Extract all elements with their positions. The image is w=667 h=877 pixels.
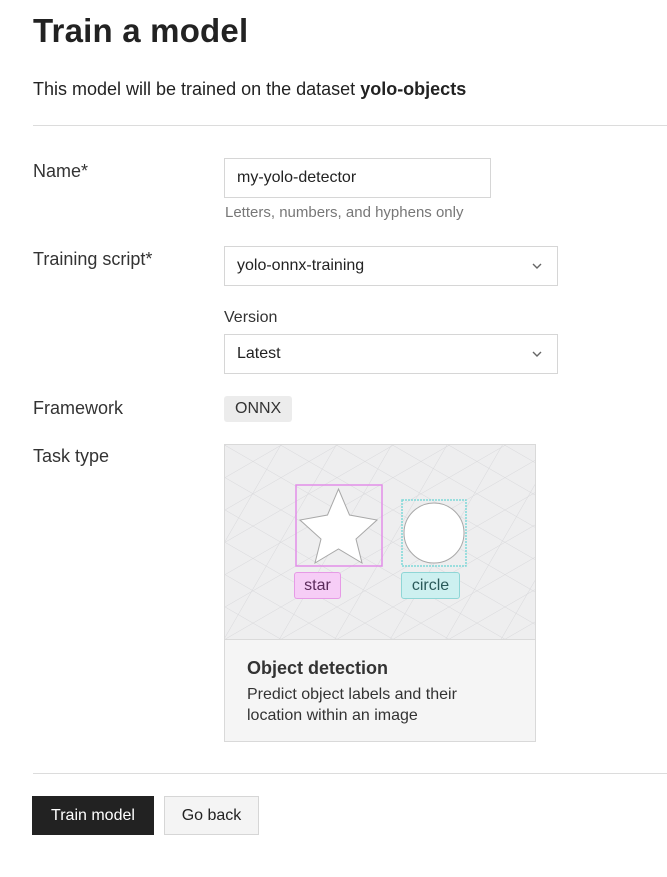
version-value: Latest bbox=[237, 345, 281, 362]
name-hint: Letters, numbers, and hyphens only bbox=[225, 204, 464, 221]
circle-icon bbox=[403, 502, 465, 564]
task-type-card-title: Object detection bbox=[247, 658, 389, 678]
training-script-label: Training script* bbox=[33, 249, 153, 269]
task-type-card-object-detection[interactable]: star circle Object detection Predict obj… bbox=[224, 444, 536, 742]
chevron-down-icon bbox=[532, 263, 542, 269]
framework-tag: ONNX bbox=[224, 396, 293, 422]
header-divider bbox=[33, 125, 667, 126]
dataset-name: yolo-objects bbox=[360, 79, 467, 99]
framework-label: Framework bbox=[33, 398, 124, 418]
training-script-select[interactable]: yolo-onnx-training bbox=[224, 246, 558, 286]
version-select[interactable]: Latest bbox=[224, 334, 558, 374]
training-script-value: yolo-onnx-training bbox=[237, 257, 365, 274]
task-type-label: Task type bbox=[33, 446, 110, 466]
name-label: Name* bbox=[33, 161, 89, 181]
train-model-button[interactable]: Train model bbox=[32, 796, 154, 835]
subtitle-text: This model will be trained on the datase… bbox=[33, 79, 361, 99]
chevron-down-icon bbox=[532, 351, 542, 357]
page-subtitle: This model will be trained on the datase… bbox=[33, 79, 466, 100]
object-detection-illustration: star circle bbox=[225, 445, 535, 640]
circle-label-chip: circle bbox=[401, 572, 460, 599]
footer-divider bbox=[33, 773, 667, 774]
page-title: Train a model bbox=[33, 12, 249, 49]
go-back-button[interactable]: Go back bbox=[164, 796, 259, 835]
illustration-graphic bbox=[225, 445, 535, 639]
name-input[interactable] bbox=[224, 158, 491, 198]
star-label-chip: star bbox=[294, 572, 341, 599]
task-type-card-description: Predict object labels and their location… bbox=[247, 686, 457, 724]
version-label: Version bbox=[224, 309, 278, 326]
